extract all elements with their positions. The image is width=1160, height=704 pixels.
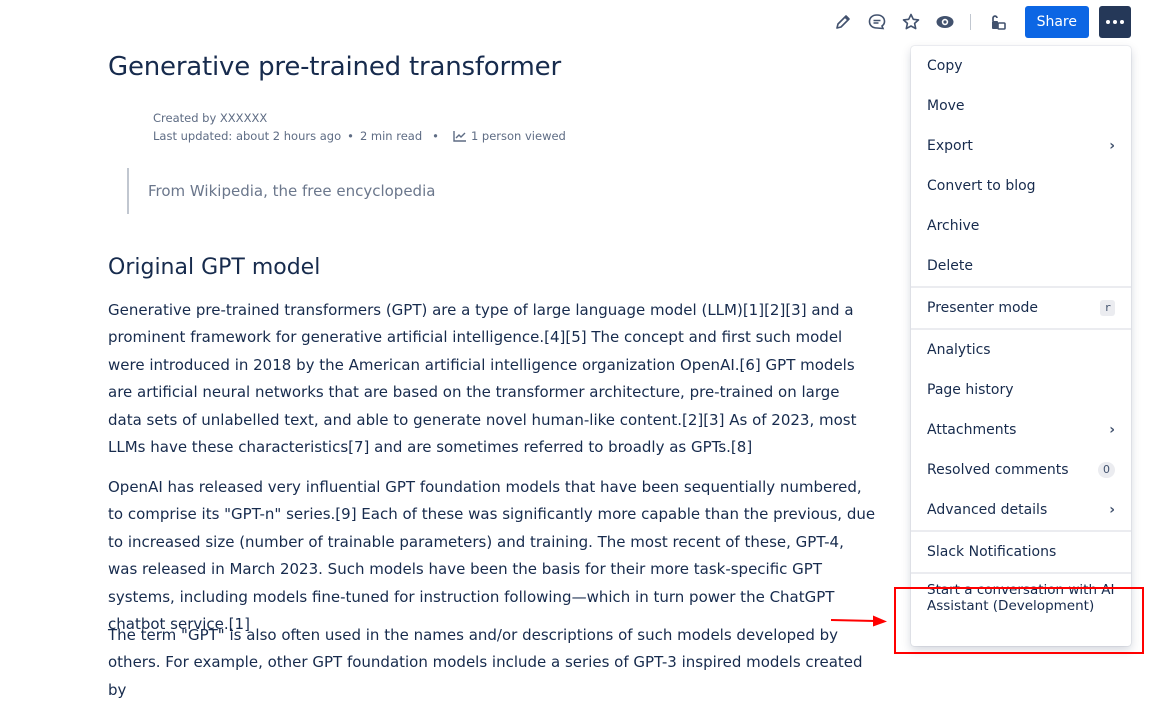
menu-item-export[interactable]: Export › — [911, 126, 1131, 166]
menu-group-presenter: Presenter mode r — [911, 288, 1131, 330]
separator-dot: • — [347, 129, 354, 143]
paragraph: Generative pre-trained transformers (GPT… — [108, 301, 857, 457]
page-byline: Created by XXXXXX Last updated: about 2 … — [153, 109, 566, 145]
chevron-right-icon: › — [1109, 138, 1115, 154]
menu-item-advanced-details[interactable]: Advanced details › — [911, 490, 1131, 530]
keyboard-shortcut: r — [1100, 300, 1115, 316]
share-button[interactable]: Share — [1024, 6, 1089, 38]
chevron-right-icon: › — [1109, 422, 1115, 438]
restrictions-icon[interactable] — [985, 9, 1011, 35]
more-icon[interactable] — [1099, 6, 1131, 38]
page-toolbar: Share — [822, 6, 1131, 38]
menu-group-page-actions: Copy Move Export › Convert to blog Archiv… — [911, 46, 1131, 288]
watch-icon[interactable] — [932, 9, 958, 35]
menu-item-delete[interactable]: Delete — [911, 246, 1131, 286]
menu-group-info: Analytics Page history Attachments › Reso… — [911, 330, 1131, 532]
read-time: 2 min read — [359, 129, 423, 143]
toolbar-divider — [969, 14, 971, 30]
menu-item-move[interactable]: Move — [911, 86, 1131, 126]
page-title: Generative pre-trained transformer — [108, 52, 561, 82]
menu-item-convert-to-blog[interactable]: Convert to blog — [911, 166, 1131, 206]
menu-item-resolved-comments[interactable]: Resolved comments 0 — [911, 450, 1131, 490]
menu-group-apps: Slack Notifications — [911, 532, 1131, 574]
comment-icon[interactable] — [864, 9, 890, 35]
menu-item-attachments[interactable]: Attachments › — [911, 410, 1131, 450]
star-icon[interactable] — [898, 9, 924, 35]
separator-dot: • — [432, 129, 439, 143]
annotation-highlight-box — [894, 587, 1144, 654]
menu-item-page-history[interactable]: Page history — [911, 370, 1131, 410]
resolved-count-badge: 0 — [1098, 462, 1115, 478]
analytics-trend-icon — [453, 131, 466, 142]
viewers-count[interactable]: 1 person viewed — [471, 129, 566, 143]
edit-icon[interactable] — [830, 9, 856, 35]
menu-item-archive[interactable]: Archive — [911, 206, 1131, 246]
blockquote: From Wikipedia, the free encyclopedia — [127, 168, 435, 214]
more-actions-menu: Copy Move Export › Convert to blog Archiv… — [911, 46, 1131, 646]
chevron-right-icon: › — [1109, 502, 1115, 518]
last-updated[interactable]: Last updated: about 2 hours ago — [153, 129, 341, 143]
annotation-arrow-icon — [831, 615, 887, 627]
quote-text: From Wikipedia, the free encyclopedia — [148, 182, 436, 200]
menu-item-presenter-mode[interactable]: Presenter mode r — [911, 288, 1131, 328]
menu-item-slack-notifications[interactable]: Slack Notifications — [911, 532, 1131, 572]
menu-item-copy[interactable]: Copy — [911, 46, 1131, 86]
paragraph: OpenAI has released very influential GPT… — [108, 478, 876, 634]
paragraph: The term "GPT" is also often used in the… — [108, 626, 863, 699]
created-by[interactable]: Created by XXXXXX — [153, 109, 566, 127]
section-heading: Original GPT model — [108, 255, 321, 280]
menu-item-analytics[interactable]: Analytics — [911, 330, 1131, 370]
